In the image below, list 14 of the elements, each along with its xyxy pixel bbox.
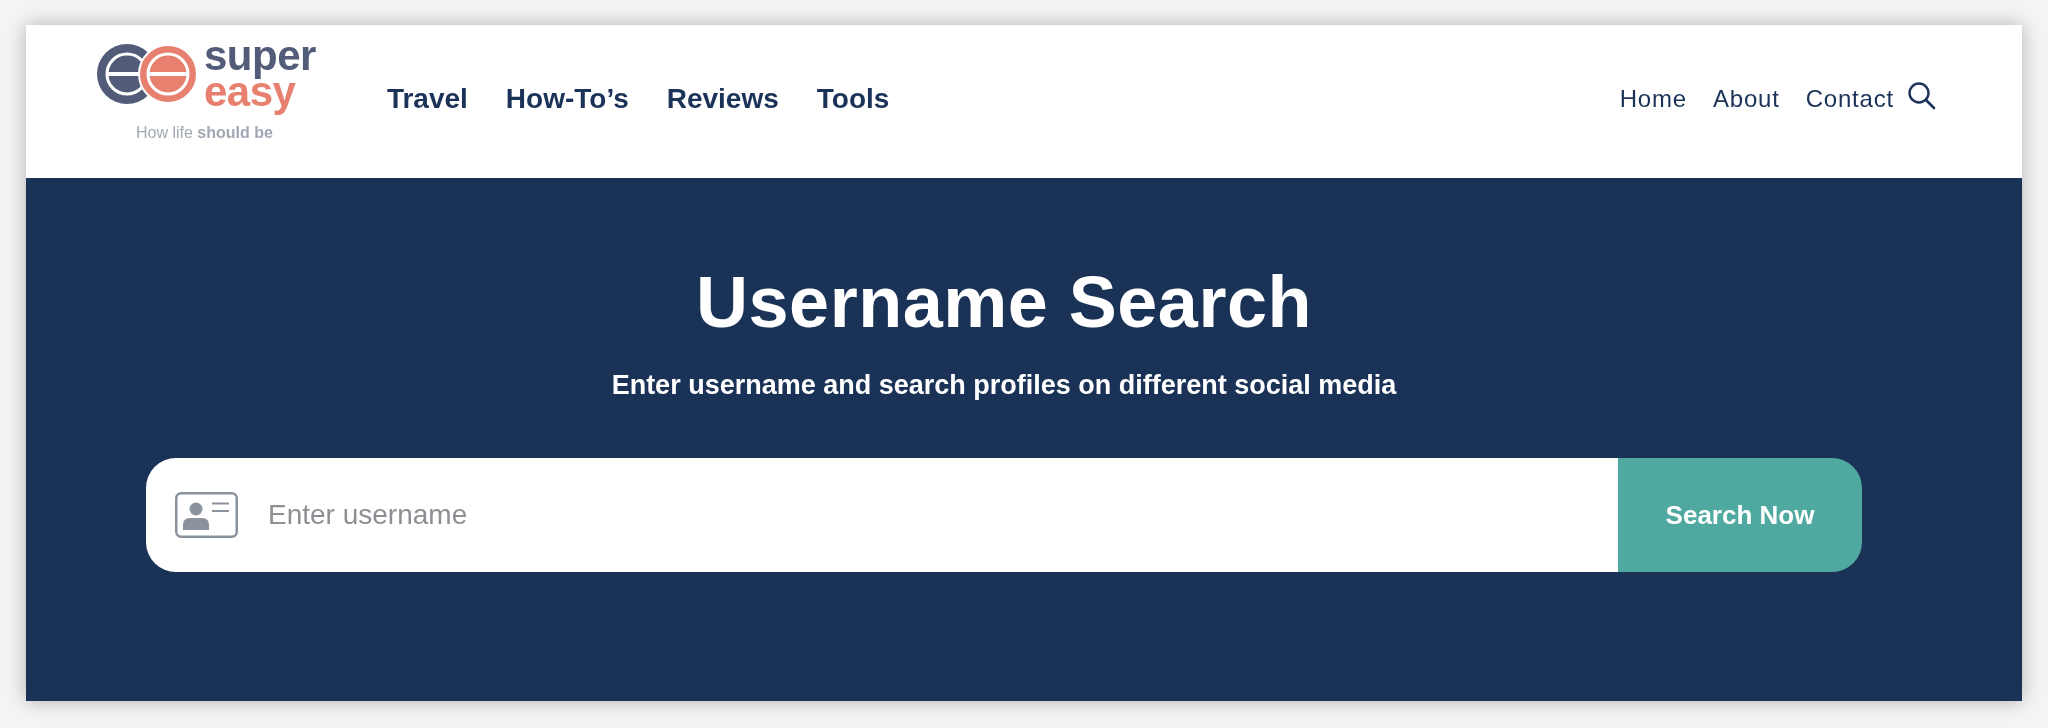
search-icon[interactable] — [1907, 80, 1936, 110]
hero-title: Username Search — [696, 261, 1312, 344]
nav-link[interactable]: How-To’s — [505, 83, 629, 115]
nav-link[interactable]: Reviews — [666, 83, 779, 115]
logo-tagline: How life should be — [136, 123, 274, 143]
id-card-icon — [175, 492, 238, 538]
nav-link[interactable]: Home — [1619, 84, 1687, 114]
double-e-logo-icon[interactable] — [97, 44, 198, 104]
nav-link[interactable]: Tools — [816, 83, 890, 115]
nav-link[interactable]: About — [1712, 84, 1780, 114]
nav-link[interactable]: Contact — [1805, 84, 1894, 114]
username-field[interactable]: Enter username — [146, 458, 1618, 572]
nav-link[interactable]: Travel — [386, 83, 468, 115]
hero-subtitle: Enter username and search profiles on different social media — [611, 369, 1397, 401]
